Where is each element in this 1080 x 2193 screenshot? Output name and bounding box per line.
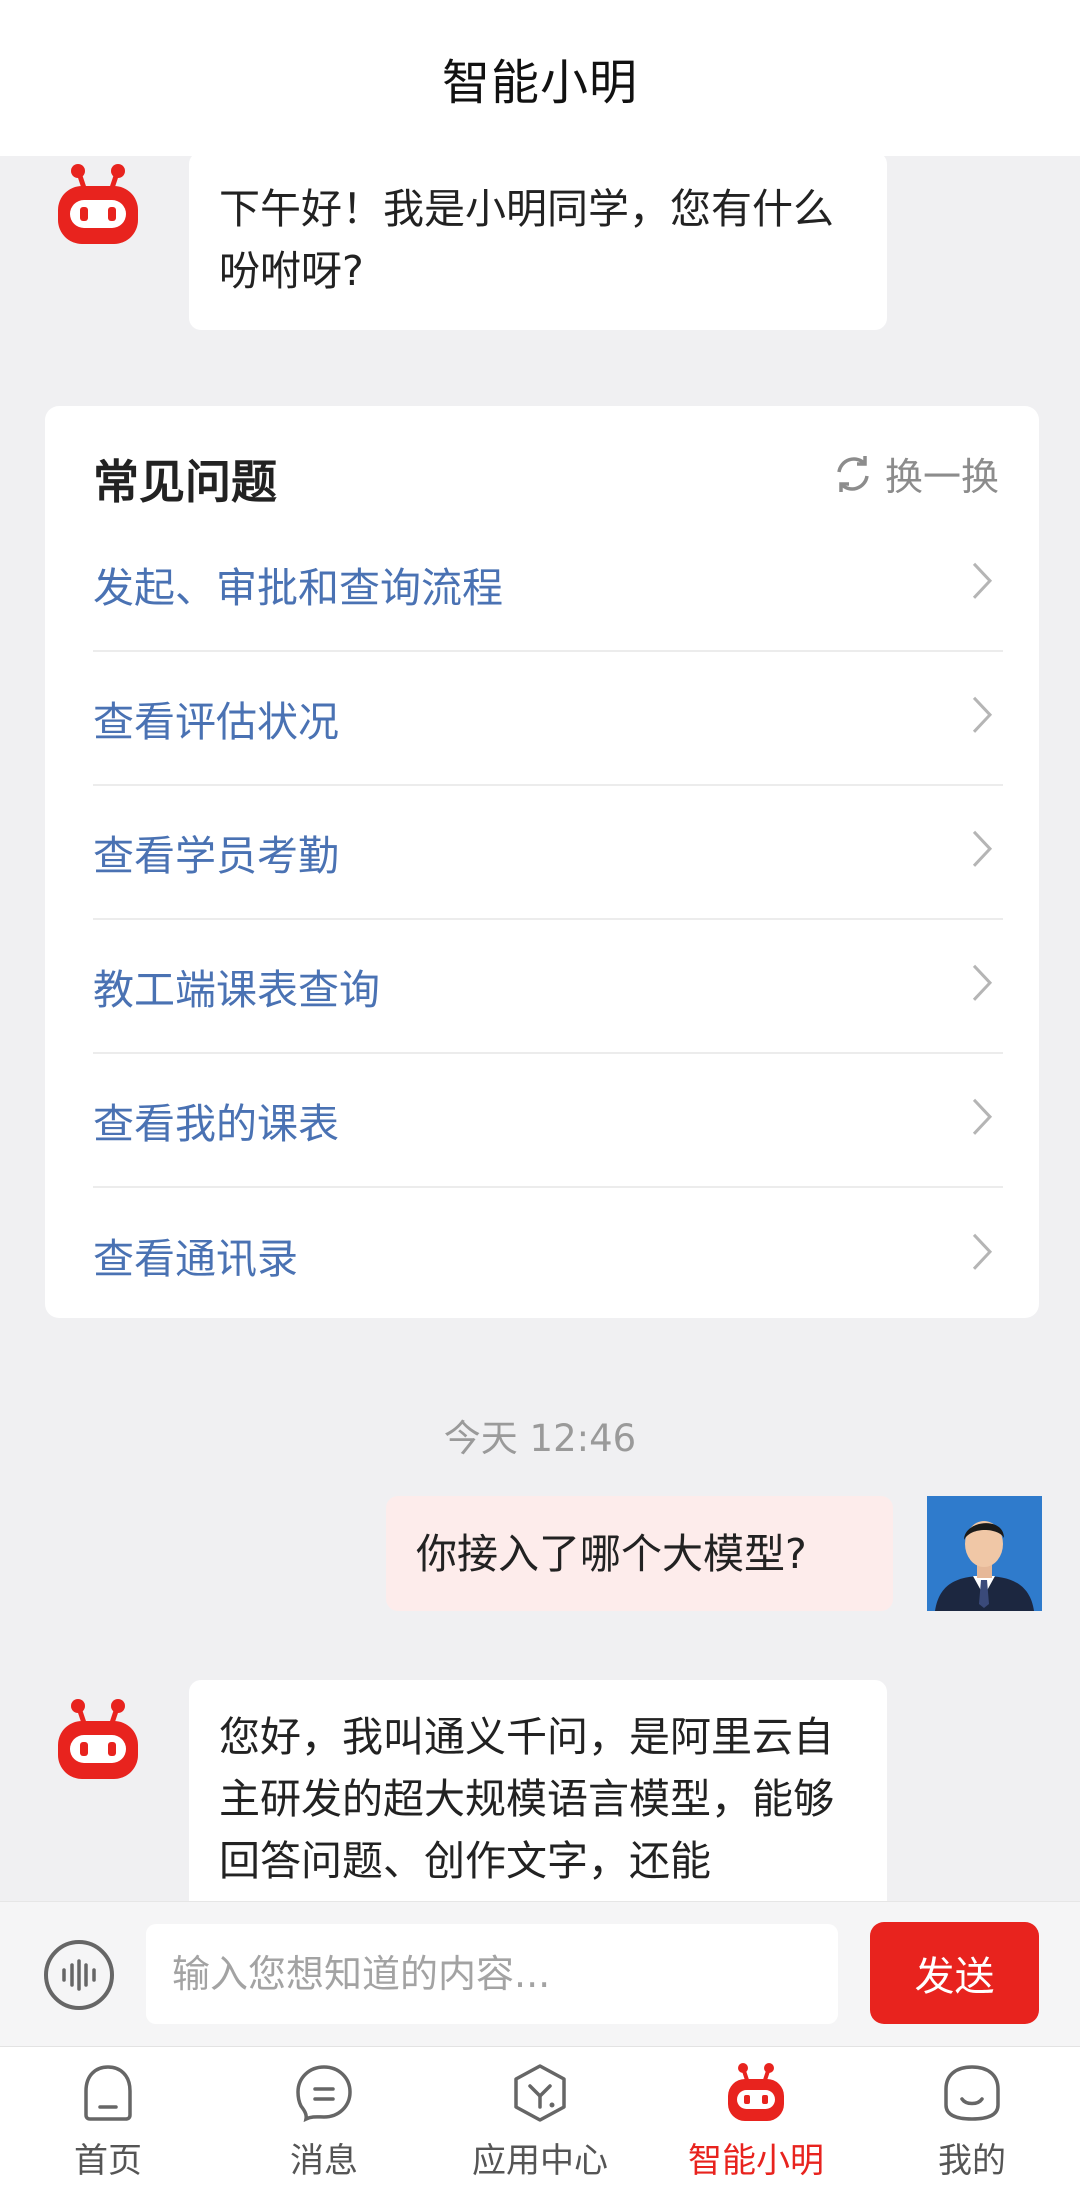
profile-icon bbox=[944, 2065, 1000, 2121]
app-root: 智能小明 下午好！我是小明同学，您有什么吩咐呀? 常见问题 换一换 发起、审批和… bbox=[0, 0, 1080, 2193]
nav-label: 智能小明 bbox=[688, 2141, 824, 2181]
bot-greeting-bubble: 下午好！我是小明同学，您有什么吩咐呀? bbox=[189, 156, 887, 330]
faq-item-label: 查看我的课表 bbox=[93, 1100, 339, 1148]
chevron-right-icon bbox=[972, 696, 993, 733]
refresh-button[interactable]: 换一换 bbox=[831, 446, 999, 501]
nav-item-app-center[interactable]: 应用中心 bbox=[432, 2047, 648, 2193]
chevron-right-icon bbox=[972, 964, 993, 1001]
chevron-right-icon bbox=[972, 562, 993, 599]
nav-item-messages[interactable]: 消息 bbox=[216, 2047, 432, 2193]
bot-greeting-text: 下午好！我是小明同学，您有什么吩咐呀? bbox=[219, 185, 834, 295]
chat-area[interactable]: 下午好！我是小明同学，您有什么吩咐呀? 常见问题 换一换 发起、审批和查询流程 … bbox=[0, 156, 1080, 1901]
faq-title: 常见问题 bbox=[93, 455, 277, 509]
nav-item-assistant[interactable]: 智能小明 bbox=[648, 2047, 864, 2193]
page-title: 智能小明 bbox=[441, 55, 638, 111]
nav-label: 消息 bbox=[290, 2141, 358, 2181]
bottom-nav: 首页 消息 应用中心 智能小明 我的 bbox=[0, 2046, 1080, 2193]
message-timestamp: 今天 12:46 bbox=[443, 1417, 637, 1460]
refresh-icon bbox=[837, 455, 869, 492]
faq-card: 常见问题 换一换 发起、审批和查询流程 查看评估状况 查看学员考勤 教工端课表查… bbox=[45, 406, 1039, 1318]
chevron-right-icon bbox=[972, 830, 993, 867]
bot-reply-text: 您好，我叫通义千问，是阿里云自主研发的超大规模语言模型，能够回答问题、创作文字，… bbox=[219, 1713, 834, 1885]
message-input[interactable] bbox=[146, 1924, 838, 2024]
faq-header: 常见问题 换一换 bbox=[93, 446, 999, 509]
faq-item-label: 查看通讯录 bbox=[93, 1235, 298, 1283]
nav-label: 我的 bbox=[938, 2141, 1006, 2181]
faq-item-label: 发起、审批和查询流程 bbox=[93, 564, 503, 612]
faq-item[interactable]: 教工端课表查询 bbox=[93, 920, 1003, 1054]
faq-item[interactable]: 查看学员考勤 bbox=[93, 786, 1003, 920]
bot-reply-bubble: 您好，我叫通义千问，是阿里云自主研发的超大规模语言模型，能够回答问题、创作文字，… bbox=[189, 1680, 887, 1901]
chevron-right-icon bbox=[972, 1233, 993, 1270]
user-avatar[interactable] bbox=[927, 1496, 1042, 1611]
voice-input-button[interactable] bbox=[44, 1940, 114, 2010]
faq-item[interactable]: 查看我的课表 bbox=[93, 1054, 1003, 1188]
bot-avatar-icon bbox=[50, 1697, 146, 1781]
bot-avatar-icon bbox=[50, 162, 146, 246]
send-button[interactable]: 发送 bbox=[870, 1922, 1039, 2024]
nav-item-home[interactable]: 首页 bbox=[0, 2047, 216, 2193]
faq-item[interactable]: 发起、审批和查询流程 bbox=[93, 518, 1003, 652]
nav-item-profile[interactable]: 我的 bbox=[864, 2047, 1080, 2193]
faq-item[interactable]: 查看评估状况 bbox=[93, 652, 1003, 786]
user-message-bubble: 你接入了哪个大模型? bbox=[386, 1496, 893, 1611]
faq-item-label: 查看评估状况 bbox=[93, 698, 339, 746]
robot-icon bbox=[728, 2063, 784, 2121]
voice-wave-icon bbox=[62, 1959, 96, 1991]
home-icon bbox=[84, 2065, 132, 2121]
message-icon bbox=[296, 2065, 352, 2123]
faq-item[interactable]: 查看通讯录 bbox=[93, 1188, 1003, 1322]
user-message-text: 你接入了哪个大模型? bbox=[416, 1529, 807, 1578]
input-bar: 发送 bbox=[0, 1901, 1080, 2046]
app-center-icon bbox=[514, 2064, 566, 2122]
nav-label: 首页 bbox=[74, 2141, 142, 2181]
top-bar: 智能小明 bbox=[0, 0, 1080, 156]
faq-item-label: 查看学员考勤 bbox=[93, 832, 339, 880]
refresh-label: 换一换 bbox=[884, 455, 999, 499]
faq-item-label: 教工端课表查询 bbox=[93, 966, 380, 1014]
chevron-right-icon bbox=[972, 1098, 993, 1135]
nav-label: 应用中心 bbox=[472, 2141, 608, 2181]
faq-list: 发起、审批和查询流程 查看评估状况 查看学员考勤 教工端课表查询 查看我的课表 bbox=[93, 518, 1003, 1322]
